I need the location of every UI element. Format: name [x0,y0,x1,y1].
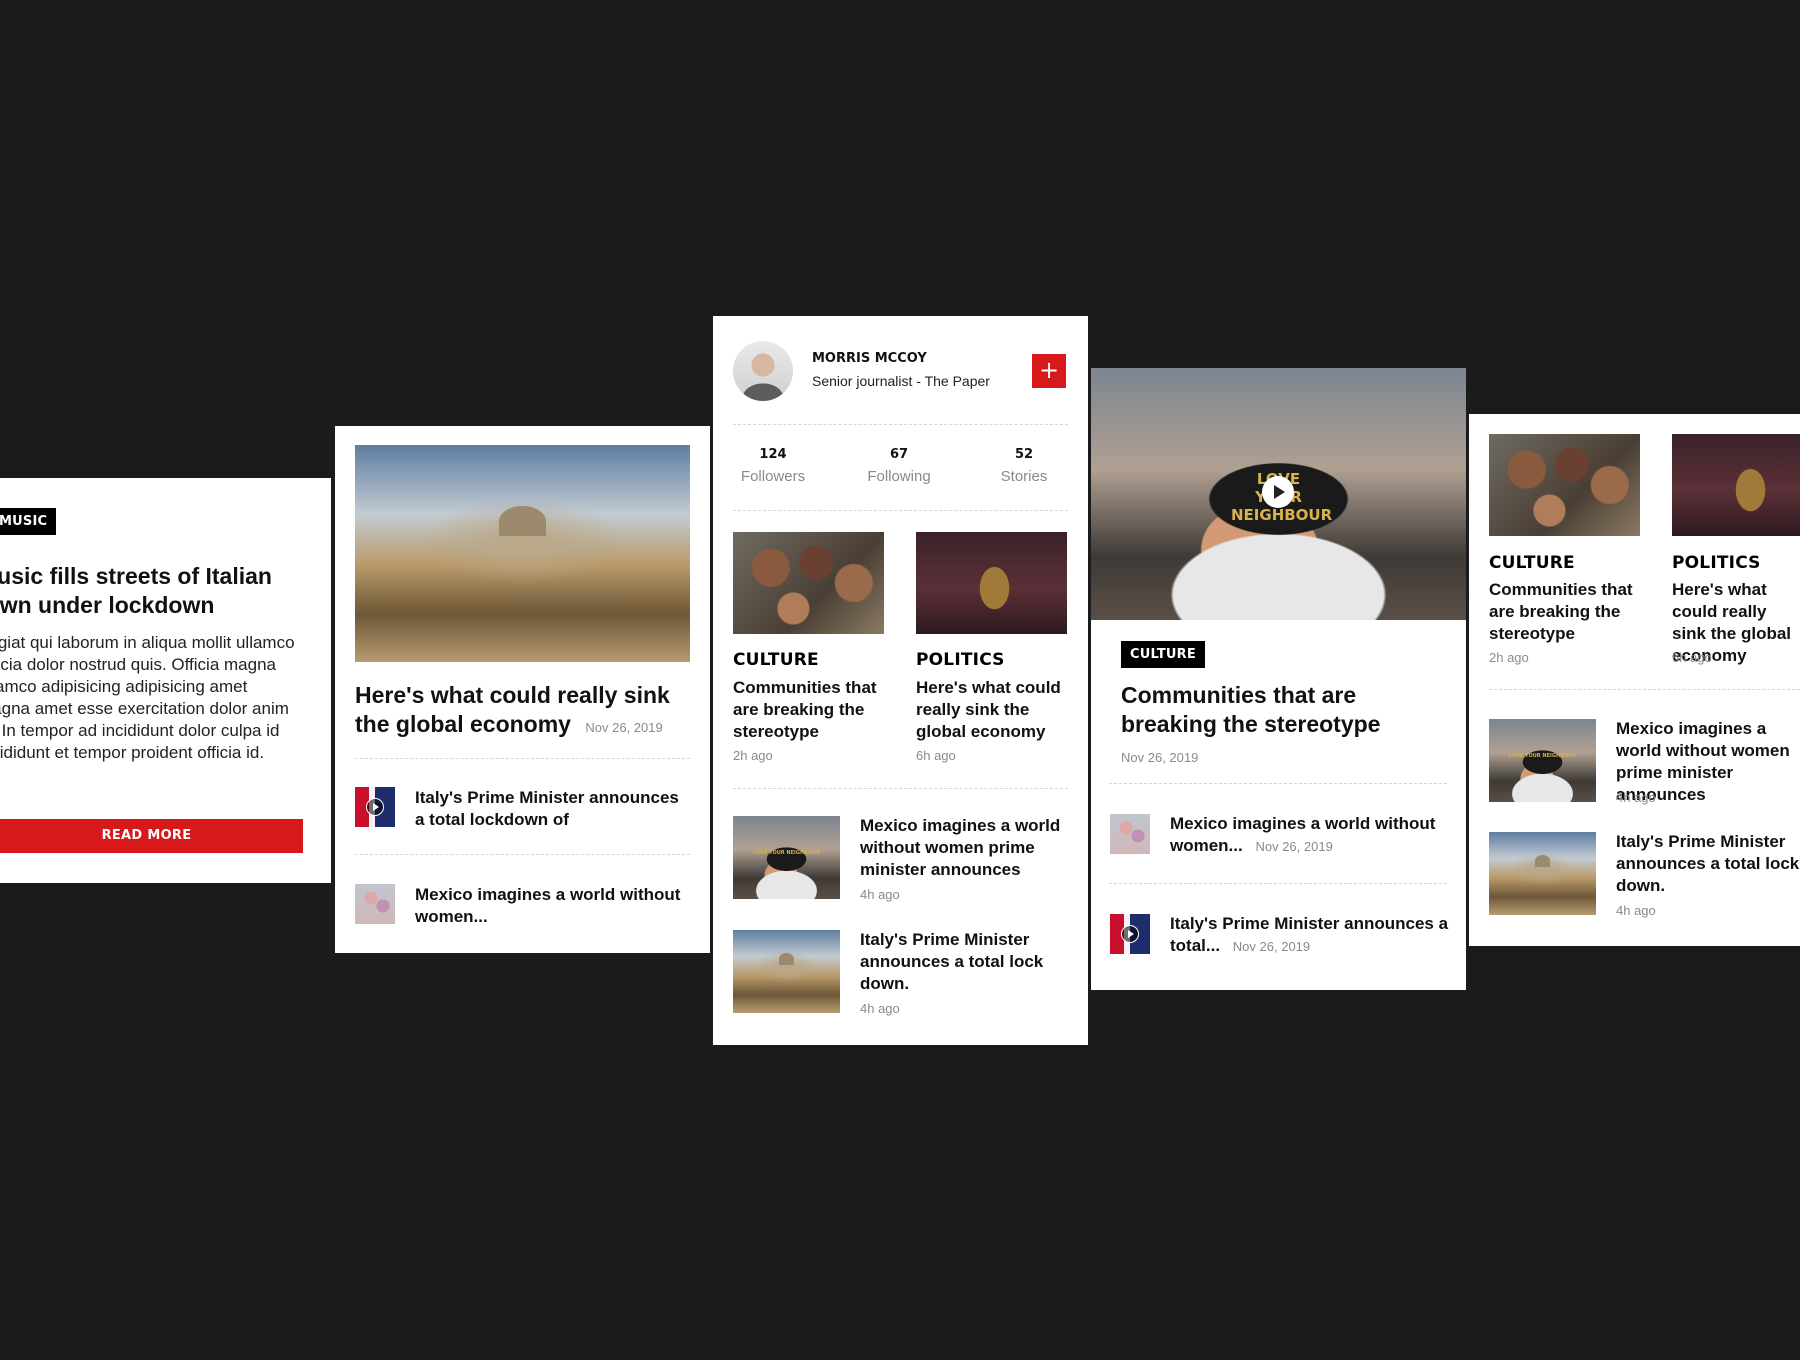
divider [1489,689,1800,690]
play-icon[interactable] [1121,925,1139,943]
economy-article-card: Here's what could really sink the global… [335,426,710,953]
article-date: Nov 26, 2019 [585,720,663,735]
stat-followers-value: 124 [759,447,787,462]
music-article-card: MUSIC Music fills streets of Italian tow… [0,478,331,883]
divider [1109,883,1447,884]
list-title[interactable]: Italy's Prime Minister announces a total… [860,929,1045,995]
divider [355,854,690,855]
play-icon[interactable] [366,798,384,816]
divider [1109,783,1447,784]
stat-followers-label[interactable]: Followers [713,468,833,485]
divider [733,424,1068,425]
grid-category[interactable]: CULTURE [1489,553,1575,573]
list-item-title[interactable]: Italy's Prime Minister announces a total… [415,787,685,831]
list-time: 4h ago [1616,903,1656,918]
st-peters-square-image[interactable] [355,445,690,662]
list-image-rome[interactable] [733,930,840,1013]
author-name[interactable]: MORRIS MCCOY [812,351,927,366]
grid-time: 2h ago [733,748,773,763]
thumbnail-image[interactable] [1110,814,1150,854]
list-item-date: Nov 26, 2019 [1255,839,1333,854]
divider [733,510,1068,511]
author-avatar[interactable] [733,341,793,401]
stat-following-value: 67 [889,447,909,462]
divider [355,758,690,759]
article-title[interactable]: Music fills streets of Italian town unde… [0,562,298,620]
grid-time: 6h ago [1672,650,1712,665]
category-badge-music: MUSIC [0,508,57,535]
thumbnail-video[interactable] [1110,914,1150,954]
grid-image-politics[interactable] [916,532,1067,634]
list-image-cap[interactable]: LOVE YOUR NEIGHBOUR [1489,719,1596,802]
list-item-title[interactable]: Italy's Prime Minister announces a total… [1170,913,1460,958]
grid-time: 2h ago [1489,650,1529,665]
grid-image-culture[interactable] [1489,434,1640,536]
divider [733,788,1068,789]
category-badge-culture: CULTURE [1121,641,1205,668]
list-title[interactable]: Italy's Prime Minister announces a total… [1616,831,1800,897]
play-icon[interactable] [1262,476,1294,508]
grid-time: 6h ago [916,748,956,763]
stat-following-label[interactable]: Following [839,468,959,485]
hero-video-image[interactable]: LOVE YOUR NEIGHBOUR [1091,368,1466,620]
list-item-title[interactable]: Mexico imagines a world without women... [415,884,685,928]
list-item-date: Nov 26, 2019 [1232,939,1311,954]
author-role: Senior journalist - The Paper [812,373,990,389]
feature-title[interactable]: Communities that are breaking the stereo… [1121,681,1441,739]
stories-list-card: CULTURE Communities that are breaking th… [1469,414,1800,946]
grid-category[interactable]: CULTURE [733,650,819,670]
grid-category[interactable]: POLITICS [916,650,1005,670]
read-more-button[interactable]: READ MORE [0,819,303,853]
thumbnail-video[interactable] [355,787,395,827]
follow-button[interactable]: + [1032,354,1066,388]
plus-icon: + [1038,356,1060,384]
list-item-title[interactable]: Mexico imagines a world without women...… [1170,813,1455,858]
cap-lettering: LOVE YOUR NEIGHBOUR [752,850,821,856]
list-time: 4h ago [860,887,900,902]
article-body: Fugiat qui laborum in aliqua mollit ulla… [0,633,295,762]
list-image-rome[interactable] [1489,832,1596,915]
stat-stories-value: 52 [1014,447,1034,462]
feature-date: Nov 26, 2019 [1121,750,1199,765]
grid-title[interactable]: Communities that are breaking the stereo… [1489,579,1644,645]
list-time: 4h ago [860,1001,900,1016]
grid-title[interactable]: Here's what could really sink the global… [916,677,1071,743]
thumbnail-image[interactable] [355,884,395,924]
article-title[interactable]: Here's what could really sink the global… [355,681,695,742]
grid-image-culture[interactable] [733,532,884,634]
grid-image-politics[interactable] [1672,434,1800,536]
grid-category[interactable]: POLITICS [1672,553,1761,573]
cap-lettering: LOVE YOUR NEIGHBOUR [1508,753,1577,759]
grid-title[interactable]: Communities that are breaking the stereo… [733,677,888,743]
author-profile-card: MORRIS MCCOY Senior journalist - The Pap… [713,316,1088,1045]
culture-feature-card: LOVE YOUR NEIGHBOUR CULTURE Communities … [1091,368,1466,990]
list-title[interactable]: Mexico imagines a world without women pr… [860,815,1070,881]
list-image-cap[interactable]: LOVE YOUR NEIGHBOUR [733,816,840,899]
stat-stories-label[interactable]: Stories [964,468,1084,485]
list-time: 4h ago [1616,790,1656,805]
